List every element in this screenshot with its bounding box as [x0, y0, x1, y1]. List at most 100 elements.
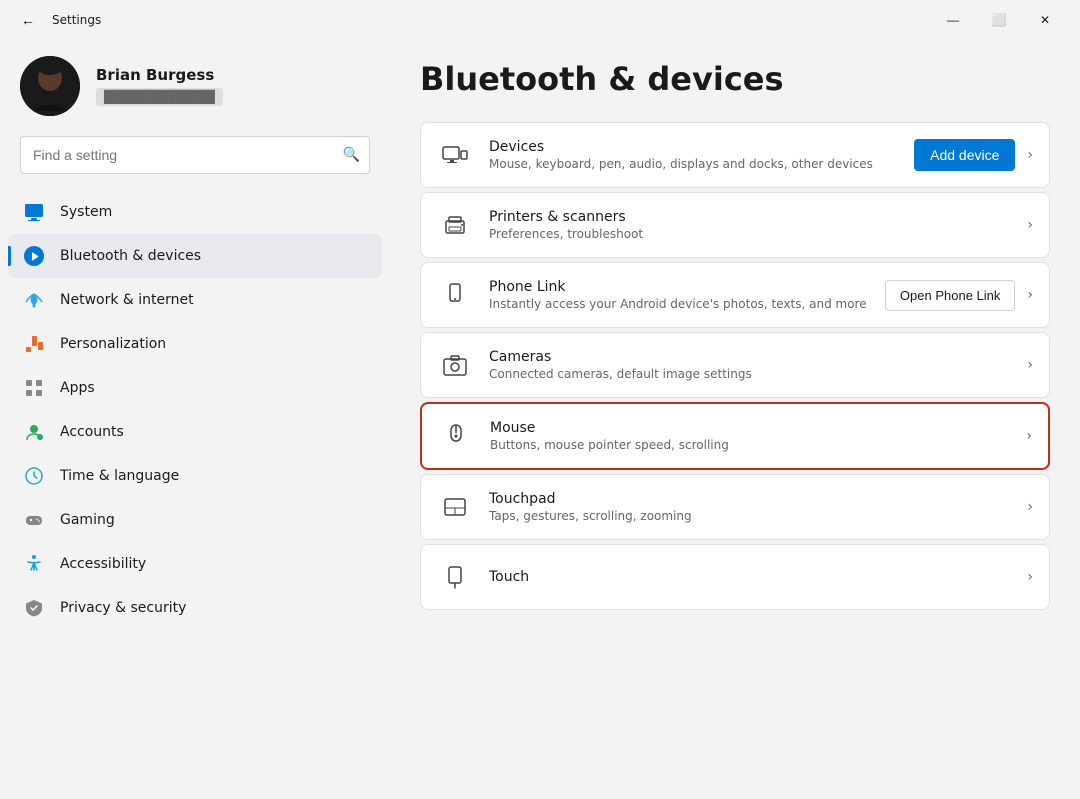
sidebar-item-network-label: Network & internet [60, 292, 194, 308]
devices-action: Add device › [914, 139, 1033, 171]
accessibility-icon [22, 552, 46, 576]
touchpad-title: Touchpad [489, 491, 1007, 507]
search-input[interactable] [20, 136, 370, 174]
user-info: Brian Burgess ████████████ [96, 66, 223, 106]
touchpad-action: › [1023, 499, 1033, 515]
user-email: ████████████ [96, 88, 223, 106]
back-button[interactable]: ← [12, 4, 44, 36]
sidebar-item-personalization-label: Personalization [60, 336, 166, 352]
mouse-desc: Buttons, mouse pointer speed, scrolling [490, 438, 1006, 452]
settings-item-mouse[interactable]: Mouse Buttons, mouse pointer speed, scro… [422, 404, 1048, 468]
devices-text: Devices Mouse, keyboard, pen, audio, dis… [489, 139, 898, 171]
mouse-action: › [1022, 428, 1032, 444]
touchpad-desc: Taps, gestures, scrolling, zooming [489, 509, 1007, 523]
phonelink-icon [437, 277, 473, 313]
personalization-icon [22, 332, 46, 356]
sidebar-item-gaming-label: Gaming [60, 512, 115, 528]
app-title: Settings [52, 13, 101, 27]
sidebar-item-bluetooth-label: Bluetooth & devices [60, 248, 201, 264]
settings-card-phonelink: Phone Link Instantly access your Android… [420, 262, 1050, 328]
settings-card-touch: Touch › [420, 544, 1050, 610]
gaming-icon [22, 508, 46, 532]
add-device-button[interactable]: Add device [914, 139, 1015, 171]
user-name: Brian Burgess [96, 66, 223, 84]
sidebar-item-personalization[interactable]: Personalization [8, 322, 382, 366]
sidebar-item-accessibility-label: Accessibility [60, 556, 146, 572]
phonelink-desc: Instantly access your Android device's p… [489, 297, 869, 311]
window-controls: — ⬜ ✕ [930, 4, 1068, 36]
cameras-action: › [1023, 357, 1033, 373]
devices-chevron: › [1027, 147, 1033, 163]
system-icon [22, 200, 46, 224]
touch-chevron: › [1027, 569, 1033, 585]
touch-title: Touch [489, 569, 1007, 585]
devices-icon [437, 137, 473, 173]
mouse-chevron: › [1026, 428, 1032, 444]
avatar [20, 56, 80, 116]
sidebar: Brian Burgess ████████████ 🔍 System [0, 40, 390, 799]
nav-list: System Bluetooth & devices [0, 190, 390, 630]
cameras-chevron: › [1027, 357, 1033, 373]
sidebar-item-system-label: System [60, 204, 112, 220]
maximize-button[interactable]: ⬜ [976, 4, 1022, 36]
devices-title: Devices [489, 139, 898, 155]
settings-card-devices: Devices Mouse, keyboard, pen, audio, dis… [420, 122, 1050, 188]
sidebar-item-accounts[interactable]: Accounts [8, 410, 382, 454]
sidebar-item-accessibility[interactable]: Accessibility [8, 542, 382, 586]
apps-icon [22, 376, 46, 400]
settings-card-touchpad: Touchpad Taps, gestures, scrolling, zoom… [420, 474, 1050, 540]
touch-action: › [1023, 569, 1033, 585]
sidebar-item-network[interactable]: Network & internet [8, 278, 382, 322]
settings-card-printers: Printers & scanners Preferences, trouble… [420, 192, 1050, 258]
sidebar-item-bluetooth[interactable]: Bluetooth & devices [8, 234, 382, 278]
sidebar-item-apps-label: Apps [60, 380, 95, 396]
settings-item-printers[interactable]: Printers & scanners Preferences, trouble… [421, 193, 1049, 257]
settings-card-cameras: Cameras Connected cameras, default image… [420, 332, 1050, 398]
settings-card-mouse: Mouse Buttons, mouse pointer speed, scro… [420, 402, 1050, 470]
mouse-title: Mouse [490, 420, 1006, 436]
settings-item-phonelink[interactable]: Phone Link Instantly access your Android… [421, 263, 1049, 327]
sidebar-item-gaming[interactable]: Gaming [8, 498, 382, 542]
cameras-text: Cameras Connected cameras, default image… [489, 349, 1007, 381]
accounts-icon [22, 420, 46, 444]
printers-icon [437, 207, 473, 243]
cameras-desc: Connected cameras, default image setting… [489, 367, 1007, 381]
sidebar-item-time-label: Time & language [60, 468, 179, 484]
settings-item-cameras[interactable]: Cameras Connected cameras, default image… [421, 333, 1049, 397]
phonelink-title: Phone Link [489, 279, 869, 295]
touchpad-icon [437, 489, 473, 525]
phonelink-action: Open Phone Link › [885, 280, 1033, 311]
main-content: Bluetooth & devices Devices [390, 40, 1080, 799]
settings-item-touchpad[interactable]: Touchpad Taps, gestures, scrolling, zoom… [421, 475, 1049, 539]
sidebar-item-apps[interactable]: Apps [8, 366, 382, 410]
settings-item-devices[interactable]: Devices Mouse, keyboard, pen, audio, dis… [421, 123, 1049, 187]
page-title: Bluetooth & devices [420, 60, 1050, 98]
printers-text: Printers & scanners Preferences, trouble… [489, 209, 1007, 241]
cameras-title: Cameras [489, 349, 1007, 365]
touch-text: Touch [489, 569, 1007, 585]
settings-list: Devices Mouse, keyboard, pen, audio, dis… [420, 122, 1050, 610]
printers-title: Printers & scanners [489, 209, 1007, 225]
privacy-icon [22, 596, 46, 620]
mouse-text: Mouse Buttons, mouse pointer speed, scro… [490, 420, 1006, 452]
titlebar: ← Settings — ⬜ ✕ [0, 0, 1080, 40]
sidebar-item-system[interactable]: System [8, 190, 382, 234]
sidebar-item-privacy-label: Privacy & security [60, 600, 186, 616]
user-profile: Brian Burgess ████████████ [0, 40, 390, 136]
touchpad-chevron: › [1027, 499, 1033, 515]
time-icon [22, 464, 46, 488]
minimize-button[interactable]: — [930, 4, 976, 36]
network-icon [22, 288, 46, 312]
open-phone-button[interactable]: Open Phone Link [885, 280, 1015, 311]
sidebar-item-time[interactable]: Time & language [8, 454, 382, 498]
touch-icon [437, 559, 473, 595]
bluetooth-icon [22, 244, 46, 268]
phonelink-chevron: › [1027, 287, 1033, 303]
printers-action: › [1023, 217, 1033, 233]
app-body: Brian Burgess ████████████ 🔍 System [0, 40, 1080, 799]
cameras-icon [437, 347, 473, 383]
sidebar-item-privacy[interactable]: Privacy & security [8, 586, 382, 630]
settings-item-touch[interactable]: Touch › [421, 545, 1049, 609]
mouse-icon [438, 418, 474, 454]
close-button[interactable]: ✕ [1022, 4, 1068, 36]
